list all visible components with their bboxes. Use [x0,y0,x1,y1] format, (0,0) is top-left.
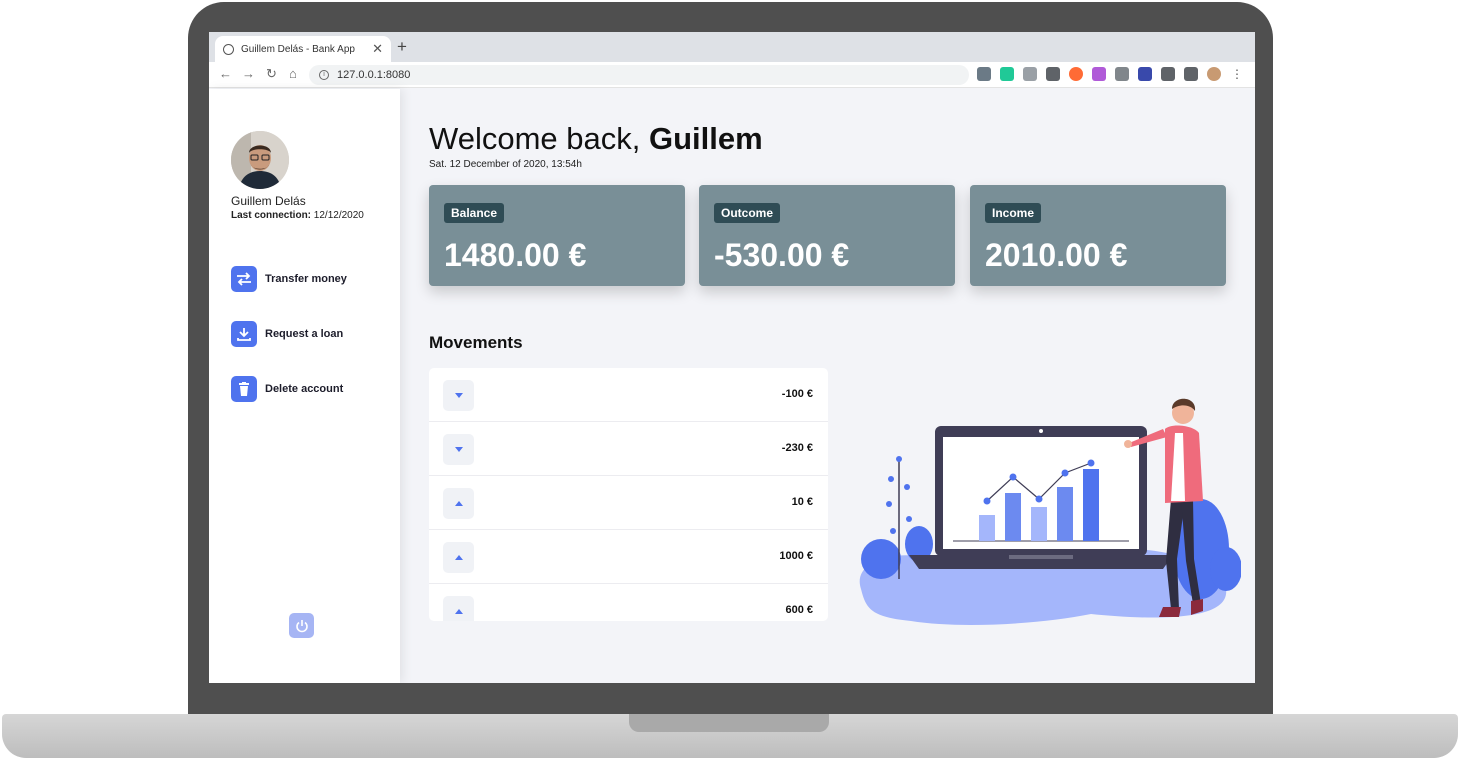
profile-avatar-icon[interactable] [1207,67,1221,81]
new-tab-button[interactable]: + [397,37,407,57]
extension-icon[interactable] [1046,67,1060,81]
movement-row[interactable]: -100 € [429,368,828,422]
user-name: Guillem Delás [231,194,306,208]
arrow-up-icon [443,596,474,621]
movement-row[interactable]: 1000 € [429,530,828,584]
transfer-money-label: Transfer money [265,273,347,285]
outcome-label: Outcome [714,203,781,223]
last-connection-value: 12/12/2020 [313,210,364,221]
movement-amount: 600 € [785,604,813,616]
movement-amount: 10 € [791,496,813,508]
movements-title: Movements [429,333,523,352]
movement-row[interactable]: 10 € [429,476,828,530]
extension-icon[interactable] [1023,67,1037,81]
transfer-money-button[interactable]: Transfer money [231,266,347,292]
bank-app: Guillem Delás Last connection: 12/12/202… [209,89,1255,683]
movement-row[interactable]: -230 € [429,422,828,476]
puzzle-icon[interactable] [1161,67,1175,81]
transfer-icon [231,266,257,292]
home-icon[interactable]: ⌂ [289,66,297,81]
income-label: Income [985,203,1042,223]
avatar [231,131,289,189]
current-date: Sat. 12 December of 2020, 13:54h [429,159,582,170]
media-icon[interactable] [1184,67,1198,81]
back-icon[interactable]: ← [219,66,232,81]
last-connection-label: Last connection: [231,210,312,221]
movement-row[interactable]: 600 € [429,584,828,621]
income-card: Income 2010.00 € [970,185,1226,286]
balance-amount: 1480.00 € [444,237,587,273]
balance-card: Balance 1480.00 € [429,185,685,286]
extension-icon[interactable] [1092,67,1106,81]
tab-title: Guillem Delás - Bank App [241,43,355,55]
tab-close-icon[interactable]: ✕ [372,41,383,57]
power-icon [295,619,308,632]
globe-icon [223,43,234,55]
info-icon[interactable]: i [319,70,329,80]
outcome-card: Outcome -530.00 € [699,185,955,286]
movement-amount: -230 € [781,442,813,454]
forward-icon[interactable]: → [242,66,255,81]
movements-list: -100 € -230 € 10 € 1000 € 600 € [429,368,828,621]
extension-icon[interactable] [1069,67,1083,81]
welcome-prefix: Welcome back, [429,121,641,156]
screen: Guillem Delás - Bank App ✕ + ← → ↻ ⌂ i 1… [209,32,1255,683]
arrow-down-icon [443,434,474,465]
extensions-bar: ⋮ [977,67,1244,81]
request-loan-button[interactable]: Request a loan [231,321,343,347]
dashboard-illustration [859,398,1241,625]
browser-tab[interactable]: Guillem Delás - Bank App ✕ [215,36,391,62]
movement-amount: 1000 € [779,550,813,562]
delete-account-button[interactable]: Delete account [231,376,343,402]
arrow-up-icon [443,488,474,519]
address-bar[interactable]: i 127.0.0.1:8080 [309,65,969,85]
request-loan-label: Request a loan [265,328,344,340]
welcome-heading: Welcome back, Guillem [429,121,763,157]
welcome-name: Guillem [648,121,763,156]
download-icon [231,321,257,347]
balance-label: Balance [444,203,505,223]
reload-icon[interactable]: ↻ [266,66,277,82]
browser-toolbar: ← → ↻ ⌂ i 127.0.0.1:8080 ⋮ [209,62,1255,88]
main-content: Welcome back, Guillem Sat. 12 December o… [429,89,1241,683]
extension-icon[interactable] [1000,67,1014,81]
logout-button[interactable] [289,613,314,638]
delete-account-label: Delete account [265,383,344,395]
laptop-notch [629,714,829,732]
extension-icon[interactable] [1138,67,1152,81]
arrow-down-icon [443,380,474,411]
extension-icon[interactable] [977,67,991,81]
camera-icon[interactable] [1115,67,1129,81]
income-amount: 2010.00 € [985,237,1128,273]
last-connection: Last connection: 12/12/2020 [231,210,364,221]
movement-amount: -100 € [781,388,813,400]
outcome-amount: -530.00 € [714,237,850,273]
trash-icon [231,376,257,402]
arrow-up-icon [443,542,474,573]
url-text: 127.0.0.1:8080 [337,69,411,81]
menu-icon[interactable]: ⋮ [1230,67,1244,81]
browser-tab-bar: Guillem Delás - Bank App ✕ + [209,32,1255,62]
sidebar: Guillem Delás Last connection: 12/12/202… [209,89,400,683]
